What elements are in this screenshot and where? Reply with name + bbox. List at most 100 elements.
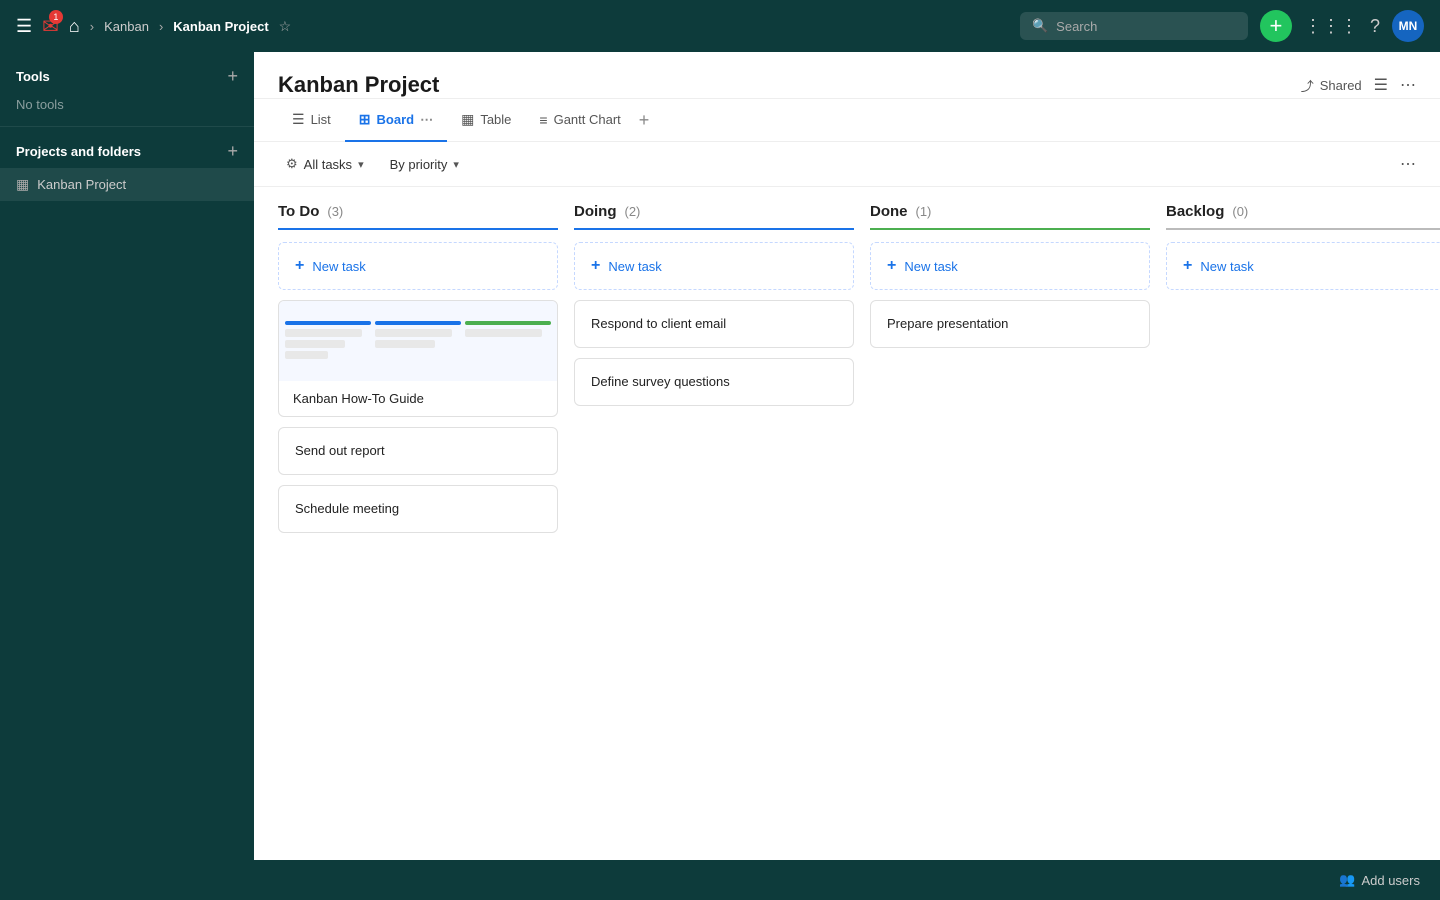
card-schedule-meeting[interactable]: Schedule meeting xyxy=(278,485,558,533)
apps-grid-icon[interactable]: ⋮⋮⋮ xyxy=(1304,16,1358,37)
card-prepare-presentation-title: Prepare presentation xyxy=(887,316,1008,331)
projects-section-header: Projects and folders + xyxy=(0,127,254,168)
add-users-button[interactable]: 👥 Add users xyxy=(1339,872,1420,888)
shared-button[interactable]: ⤴ Shared xyxy=(1301,76,1362,95)
column-doing-header: Doing (2) xyxy=(574,203,854,230)
table-tab-icon: ▦ xyxy=(461,111,474,128)
new-task-backlog-plus-icon: + xyxy=(1183,257,1192,275)
new-task-todo[interactable]: + New task xyxy=(278,242,558,290)
top-navigation: ☰ ✉ 1 ⌂ › Kanban › Kanban Project ☆ 🔍 + … xyxy=(0,0,1440,52)
new-task-backlog[interactable]: + New task xyxy=(1166,242,1440,290)
mail-badge[interactable]: ✉ 1 xyxy=(42,14,59,39)
sort-chevron-icon: ▾ xyxy=(453,158,459,171)
avatar[interactable]: MN xyxy=(1392,10,1424,42)
card-define-survey[interactable]: Define survey questions xyxy=(574,358,854,406)
column-backlog-title: Backlog xyxy=(1166,203,1224,220)
note-icon[interactable]: ☰ xyxy=(1374,75,1388,95)
column-done: Done (1) + New task Prepare presentation xyxy=(870,203,1150,358)
filter-button[interactable]: ⚙ All tasks ▾ xyxy=(278,152,372,176)
breadcrumb-sep-2: › xyxy=(159,19,163,34)
topnav-left: ☰ ✉ 1 ⌂ › Kanban › Kanban Project ☆ xyxy=(16,14,1008,39)
tabs-bar: ☰ List ⊞ Board ⋯ ▦ Table ≡ Gantt Chart + xyxy=(254,99,1440,142)
layout: Tools + No tools Projects and folders + … xyxy=(0,52,1440,860)
add-button[interactable]: + xyxy=(1260,10,1292,42)
add-users-label: Add users xyxy=(1361,873,1420,888)
column-done-header: Done (1) xyxy=(870,203,1150,230)
column-doing-count: (2) xyxy=(625,204,641,219)
card-define-survey-title: Define survey questions xyxy=(591,374,730,389)
new-task-plus-icon: + xyxy=(295,257,304,275)
card-respond-client-email[interactable]: Respond to client email xyxy=(574,300,854,348)
tab-list[interactable]: ☰ List xyxy=(278,99,345,142)
share-icon: ⤴ xyxy=(1301,76,1314,95)
tools-add-button[interactable]: + xyxy=(227,66,238,87)
card-schedule-meeting-title: Schedule meeting xyxy=(295,501,399,516)
tab-table[interactable]: ▦ Table xyxy=(447,99,525,142)
new-task-todo-label: New task xyxy=(312,259,365,274)
tab-board[interactable]: ⊞ Board ⋯ xyxy=(345,99,447,142)
column-backlog: Backlog (0) + New task xyxy=(1166,203,1440,300)
project-header-actions: ⤴ Shared ☰ ⋯ xyxy=(1301,75,1416,95)
sidebar-item-kanban-project[interactable]: ▦ Kanban Project xyxy=(0,168,254,201)
more-icon[interactable]: ⋯ xyxy=(1400,75,1416,95)
tools-section-header: Tools + xyxy=(0,52,254,93)
breadcrumb-kanban[interactable]: Kanban xyxy=(104,19,149,34)
toolbar: ⚙ All tasks ▾ By priority ▾ ⋯ xyxy=(254,142,1440,187)
tab-board-label: Board xyxy=(377,112,415,127)
mail-count-badge: 1 xyxy=(49,10,63,24)
sort-button[interactable]: By priority ▾ xyxy=(382,153,467,176)
card-prepare-presentation[interactable]: Prepare presentation xyxy=(870,300,1150,348)
card-send-out-report[interactable]: Send out report xyxy=(278,427,558,475)
board-tab-more[interactable]: ⋯ xyxy=(420,112,433,128)
main-content: Kanban Project ⤴ Shared ☰ ⋯ ☰ List ⊞ Boa… xyxy=(254,52,1440,860)
bottom-bar: 👥 Add users xyxy=(0,860,1440,900)
add-tab-button[interactable]: + xyxy=(639,110,650,131)
card-kanban-title: Kanban How-To Guide xyxy=(279,381,557,416)
toolbar-more-icon[interactable]: ⋯ xyxy=(1400,154,1416,174)
column-backlog-count: (0) xyxy=(1232,204,1248,219)
help-icon[interactable]: ? xyxy=(1370,16,1380,37)
add-users-icon: 👥 xyxy=(1339,872,1355,888)
gantt-tab-icon: ≡ xyxy=(539,112,547,128)
board-tab-icon: ⊞ xyxy=(359,111,371,128)
filter-chevron-icon: ▾ xyxy=(358,158,364,171)
tab-list-label: List xyxy=(311,112,331,127)
new-task-done-label: New task xyxy=(904,259,957,274)
card-respond-client-email-title: Respond to client email xyxy=(591,316,726,331)
search-input[interactable] xyxy=(1056,19,1236,34)
column-done-title: Done xyxy=(870,203,908,220)
search-bar[interactable]: 🔍 xyxy=(1020,12,1248,40)
kanban-board: To Do (3) + New task xyxy=(254,187,1440,860)
tab-table-label: Table xyxy=(480,112,511,127)
new-task-backlog-label: New task xyxy=(1200,259,1253,274)
search-icon: 🔍 xyxy=(1032,18,1048,34)
column-todo: To Do (3) + New task xyxy=(278,203,558,543)
column-done-count: (1) xyxy=(916,204,932,219)
filter-icon: ⚙ xyxy=(286,156,298,172)
column-todo-count: (3) xyxy=(327,204,343,219)
card-thumbnail xyxy=(279,301,557,381)
hamburger-icon[interactable]: ☰ xyxy=(16,16,32,37)
new-task-doing-plus-icon: + xyxy=(591,257,600,275)
new-task-done[interactable]: + New task xyxy=(870,242,1150,290)
column-doing-title: Doing xyxy=(574,203,617,220)
home-icon[interactable]: ⌂ xyxy=(69,16,80,37)
sidebar-item-label: Kanban Project xyxy=(37,177,126,192)
project-title: Kanban Project xyxy=(278,72,439,98)
card-kanban-how-to[interactable]: Kanban How-To Guide xyxy=(278,300,558,417)
projects-title: Projects and folders xyxy=(16,144,141,159)
pin-icon[interactable]: ☆ xyxy=(279,18,292,35)
tools-title: Tools xyxy=(16,69,50,84)
column-todo-header: To Do (3) xyxy=(278,203,558,230)
breadcrumb-current: Kanban Project xyxy=(173,19,268,34)
projects-add-button[interactable]: + xyxy=(227,141,238,162)
filter-label: All tasks xyxy=(304,157,352,172)
new-task-done-plus-icon: + xyxy=(887,257,896,275)
new-task-doing[interactable]: + New task xyxy=(574,242,854,290)
project-icon: ▦ xyxy=(16,176,29,193)
sort-label: By priority xyxy=(390,157,448,172)
tab-gantt[interactable]: ≡ Gantt Chart xyxy=(525,100,634,142)
topnav-right: 🔍 + ⋮⋮⋮ ? MN xyxy=(1020,10,1424,42)
new-task-doing-label: New task xyxy=(608,259,661,274)
tab-gantt-label: Gantt Chart xyxy=(554,112,621,127)
